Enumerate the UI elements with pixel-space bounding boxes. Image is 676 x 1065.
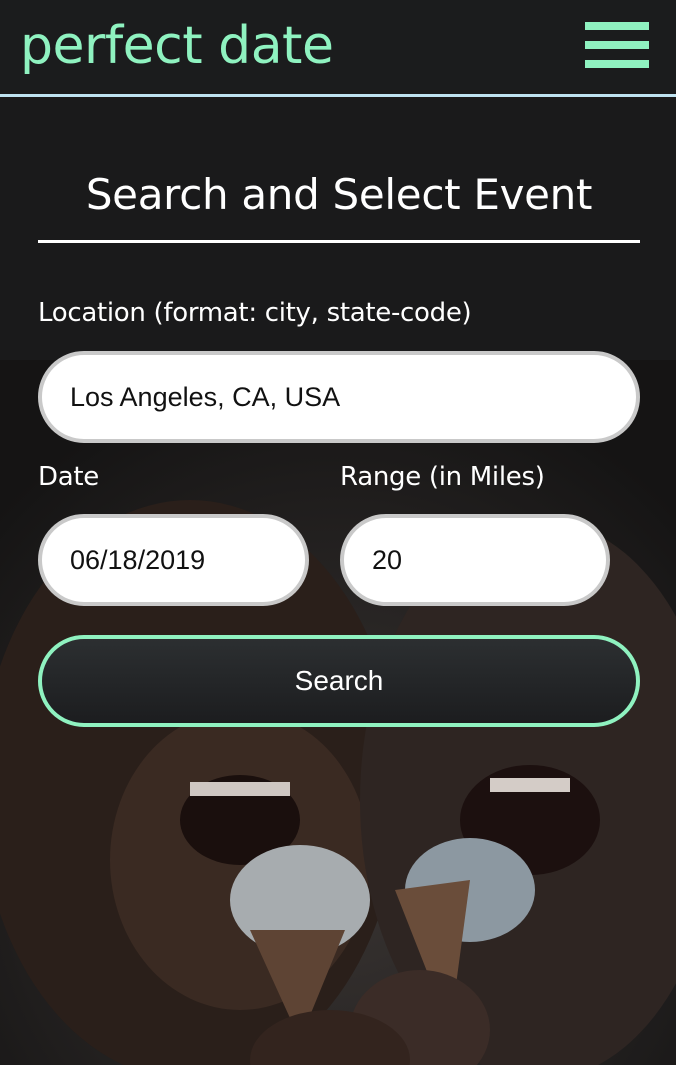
range-input[interactable] [372, 544, 606, 576]
hamburger-menu-icon[interactable] [585, 22, 649, 68]
location-input[interactable] [70, 381, 636, 413]
date-field[interactable] [38, 514, 309, 606]
search-button[interactable]: Search [38, 635, 640, 727]
top-nav-bar: perfect date [0, 0, 676, 97]
date-label: Date [38, 462, 99, 492]
brand-logo-text[interactable]: perfect date [20, 14, 334, 78]
title-divider [38, 240, 640, 243]
range-field[interactable] [340, 514, 610, 606]
menu-bar [585, 60, 649, 68]
location-field[interactable] [38, 351, 640, 443]
page-title: Search and Select Event [85, 170, 593, 219]
date-input[interactable] [70, 544, 305, 576]
range-label: Range (in Miles) [340, 462, 545, 492]
menu-bar [585, 22, 649, 30]
menu-bar [585, 41, 649, 49]
location-label: Location (format: city, state-code) [38, 298, 472, 328]
